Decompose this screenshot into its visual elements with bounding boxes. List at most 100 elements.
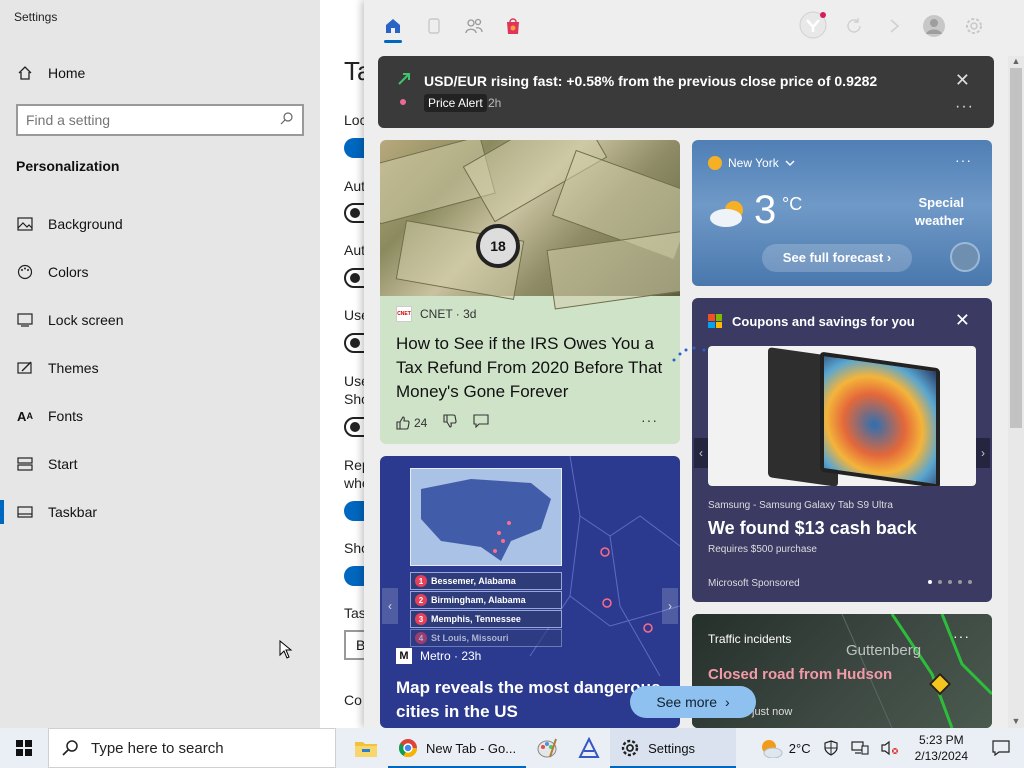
weather-location[interactable]: New York [708,156,795,170]
settings-icon[interactable] [962,14,986,38]
lock-screen-icon [16,311,34,329]
windows-logo-icon [16,740,32,756]
mouse-cursor-icon [279,640,293,659]
taskbar-app-chrome[interactable]: New Tab - Go... [388,728,527,768]
partly-cloudy-icon [710,201,743,227]
special-weather-link[interactable]: Special weather [884,194,964,230]
taskbar-app-vector[interactable] [568,728,610,768]
find-setting-box[interactable] [16,104,304,136]
nav-item-colors[interactable]: Colors [0,248,320,296]
more-options-icon[interactable]: ··· [641,412,658,428]
nav-item-label: Colors [48,264,89,280]
home-link[interactable]: Home [16,64,85,82]
nav-item-lock-screen[interactable]: Lock screen [0,296,320,344]
start-button[interactable] [0,728,48,768]
see-more-button[interactable]: See more › [630,686,756,718]
alert-time: 2h [488,96,502,110]
nav-item-label: Taskbar [48,504,98,520]
headline[interactable]: How to See if the IRS Owes You a Tax Ref… [396,332,670,404]
nav-list: Background Colors Lock screen Themes AA … [0,200,320,536]
scroll-up-icon[interactable]: ▲ [1008,56,1024,68]
see-full-forecast-button[interactable]: See full forecast › [762,244,912,272]
nav-item-label: Fonts [48,408,84,424]
news-card-cnet[interactable]: 18 CNET CNET · 3d How to See if the IRS … [380,140,680,444]
close-icon[interactable]: ✕ [955,70,970,91]
loading-spinner-icon [670,340,710,369]
setting-label: Tas [344,605,366,621]
cnet-logo: CNET [396,306,412,322]
source-row: CNET CNET · 3d [396,306,476,322]
taskbar-app-label: Settings [648,740,696,756]
tray-temperature: 2°C [788,740,811,756]
volume-muted-icon[interactable] [875,728,905,768]
clock-date: 2/13/2024 [914,749,968,763]
more-options-icon[interactable]: ··· [955,152,972,168]
system-tray: 2°C 5:23 PM 2/13/2024 [753,728,1024,768]
avatar-icon[interactable] [922,14,946,38]
coupons-card[interactable]: Coupons and savings for you ✕ ‹ › Samsun… [692,298,992,602]
nav-item-taskbar[interactable]: Taskbar [0,488,320,536]
carousel-prev-icon[interactable]: ‹ [694,438,708,468]
gaming-icon[interactable] [422,14,446,38]
section-title: Personalization [16,158,120,174]
close-icon[interactable]: ✕ [955,310,970,331]
home-icon[interactable] [381,14,405,38]
taskbar: Type here to search New Tab - Go... Sett… [0,728,1024,768]
scroll-thumb[interactable] [1010,68,1022,428]
city-list: 1 Bessemer, Alabama 2 Birmingham, Alabama … [410,572,562,648]
carousel-next-icon[interactable]: › [976,438,990,468]
setting-label: Co [344,692,362,708]
find-setting-input[interactable] [26,112,280,128]
network-icon[interactable] [845,728,875,768]
nav-item-background[interactable]: Background [0,200,320,248]
refresh-icon[interactable] [842,14,866,38]
profile-badge-icon[interactable] [798,10,828,40]
paint-icon [537,738,558,758]
settings-sidebar: Settings Home Personalization Background… [0,0,320,728]
forward-icon[interactable] [882,14,906,38]
temperature-unit: °C [782,194,803,214]
home-label: Home [48,65,86,81]
carousel-next-icon[interactable]: › [662,588,678,624]
active-tab-indicator [384,40,402,43]
taskbar-app-label: New Tab - Go... [426,740,517,756]
vector-app-icon [578,737,600,758]
more-options-icon[interactable]: ··· [955,98,974,116]
shopping-icon[interactable] [501,14,525,38]
weather-widget[interactable]: 2°C [753,728,817,768]
chrome-icon [399,739,417,758]
nav-item-fonts[interactable]: AA Fonts [0,392,320,440]
temperature: 3 [754,188,777,232]
more-options-icon[interactable]: ··· [953,628,970,644]
panel-header [364,0,1024,52]
price-alert-card[interactable]: USD/EUR rising fast: +0.58% from the pre… [378,56,994,128]
like-button[interactable]: 24 [396,416,427,430]
people-icon[interactable] [462,14,486,38]
news-card-metro[interactable]: 1 Bessemer, Alabama 2 Birmingham, Alabama … [380,456,680,728]
home-icon [16,64,34,82]
sponsor-label: Microsoft Sponsored [708,578,800,589]
nav-item-start[interactable]: Start [0,440,320,488]
coupon-headline[interactable]: We found $13 cash back [708,518,917,539]
coin-18: 18 [476,224,520,268]
notification-icon[interactable] [978,728,1024,768]
scroll-down-icon[interactable]: ▼ [1008,716,1024,728]
weather-card[interactable]: New York ··· 3 °C Special weather See fu… [692,140,992,286]
taskbar-app-paint[interactable] [526,728,568,768]
chevron-right-icon: › [725,694,730,710]
security-icon[interactable] [817,728,845,768]
scrollbar[interactable]: ▲ ▼ [1008,56,1024,728]
nav-item-themes[interactable]: Themes [0,344,320,392]
taskbar-app-file-explorer[interactable] [344,728,388,768]
thumbs-down-icon[interactable] [443,414,457,431]
start-icon [16,455,34,473]
search-placeholder: Type here to search [91,739,224,757]
nav-item-label: Lock screen [48,312,124,328]
chevron-down-icon [785,156,795,170]
thumbs-up-icon [396,415,410,430]
taskbar-search[interactable]: Type here to search [48,728,336,768]
clock[interactable]: 5:23 PM 2/13/2024 [905,728,978,768]
taskbar-app-settings[interactable]: Settings [610,728,737,768]
carousel-prev-icon[interactable]: ‹ [382,588,398,624]
comment-icon[interactable] [473,414,489,431]
